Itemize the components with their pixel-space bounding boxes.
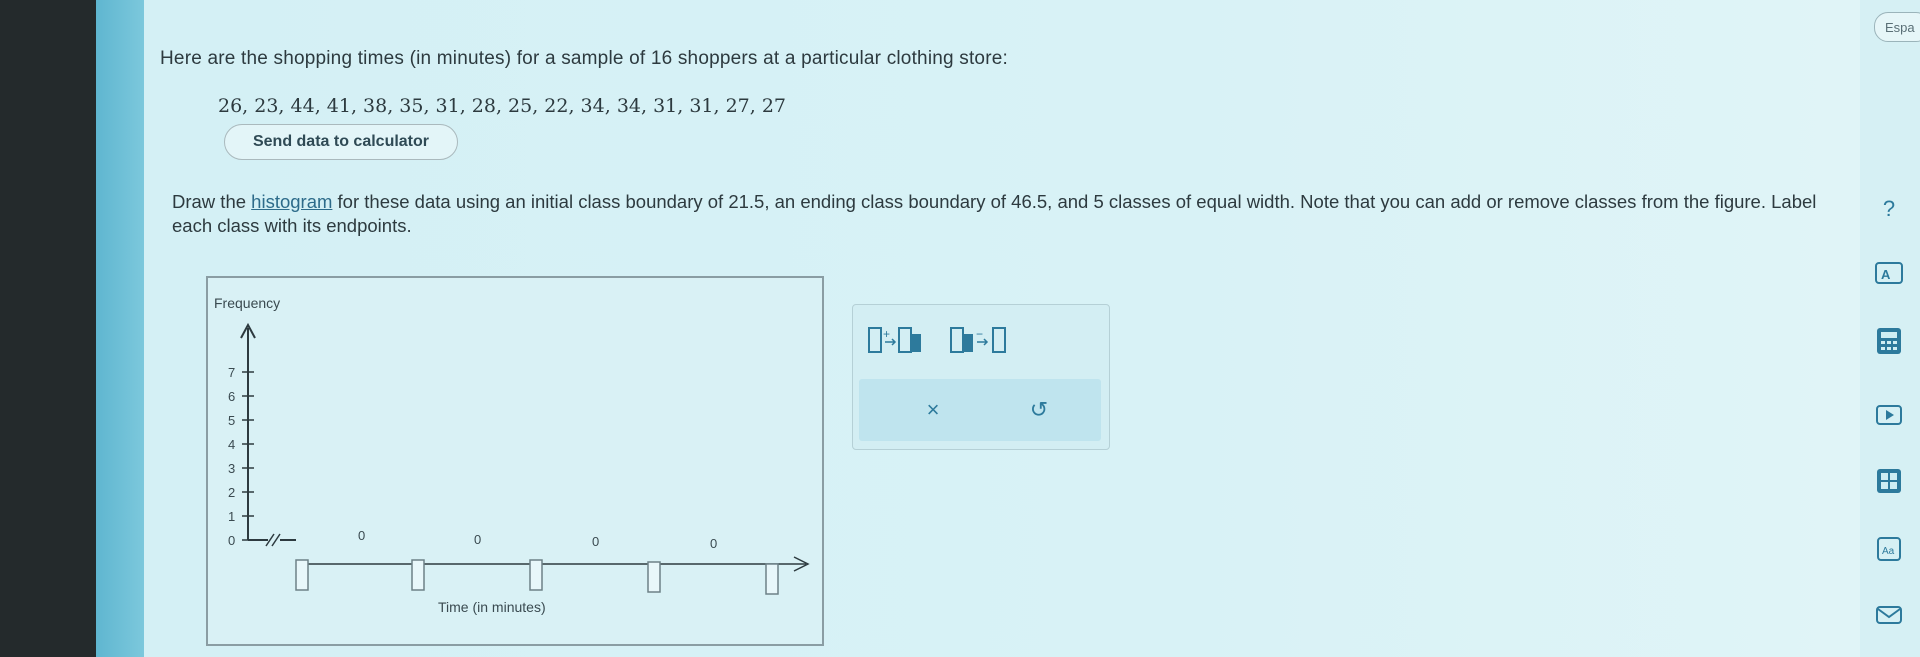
svg-text:0: 0	[228, 533, 235, 548]
y-tick-7: 7	[228, 365, 254, 380]
y-tick-3: 3	[228, 461, 254, 476]
axis-break-icon	[265, 533, 281, 547]
y-tick-6: 6	[228, 389, 254, 404]
send-to-calculator-button[interactable]: Send data to calculator	[224, 124, 458, 160]
boundary-input-2[interactable]	[411, 559, 425, 591]
add-class-icon[interactable]: +	[867, 321, 937, 357]
help-icon[interactable]: ?	[1866, 190, 1912, 228]
device-bezel	[0, 0, 96, 657]
undo-button[interactable]: ↺	[1019, 393, 1059, 427]
language-toggle[interactable]: Espa	[1874, 12, 1920, 42]
svg-text:4: 4	[228, 437, 235, 452]
boundary-input-1[interactable]	[295, 559, 309, 591]
graph-tools-panel: + − × ↺	[852, 304, 1110, 450]
mail-icon[interactable]	[1866, 596, 1912, 634]
boundary-input-5[interactable]	[765, 563, 779, 595]
svg-text:5: 5	[228, 413, 235, 428]
remove-class-icon[interactable]: −	[949, 321, 1019, 357]
x-axis-label: Time (in minutes)	[438, 599, 546, 615]
y-axis-label: Frequency	[214, 295, 280, 311]
bar-value-4[interactable]: 0	[710, 536, 717, 551]
dataset-values: 26, 23, 44, 41, 38, 35, 31, 28, 25, 22, …	[218, 95, 787, 117]
svg-text:2: 2	[228, 485, 235, 500]
video-icon[interactable]	[1866, 396, 1912, 434]
text-icon[interactable]: Aa	[1866, 530, 1912, 568]
calculator-icon[interactable]	[1866, 322, 1912, 360]
svg-text:+: +	[883, 327, 890, 341]
audio-book-icon[interactable]: A	[1866, 254, 1912, 292]
svg-text:Aa: Aa	[1882, 546, 1895, 557]
svg-text:6: 6	[228, 389, 235, 404]
periodic-table-icon[interactable]	[1866, 462, 1912, 500]
instructions-post: for these data using an initial class bo…	[172, 191, 1817, 236]
svg-text:1: 1	[228, 509, 235, 524]
bar-value-2[interactable]: 0	[474, 532, 481, 547]
bar-value-1[interactable]: 0	[358, 528, 365, 543]
tool-actions-bar: × ↺	[859, 379, 1101, 441]
svg-text:−: −	[976, 327, 983, 341]
boundary-input-3[interactable]	[529, 559, 543, 591]
instructions-pre: Draw the	[172, 191, 252, 212]
instructions: Draw the histogram for these data using …	[172, 190, 1832, 238]
y-tick-1: 1	[228, 509, 254, 524]
y-tick-5: 5	[228, 413, 254, 428]
histogram-link[interactable]: histogram	[251, 191, 332, 212]
svg-text:A: A	[1881, 267, 1891, 282]
boundary-input-4[interactable]	[647, 561, 661, 593]
bar-value-3[interactable]: 0	[592, 534, 599, 549]
problem-intro: Here are the shopping times (in minutes)…	[160, 48, 1008, 69]
svg-text:7: 7	[228, 365, 235, 380]
left-accent-strip	[96, 0, 144, 657]
clear-button[interactable]: ×	[913, 393, 953, 427]
y-tick-2: 2	[228, 485, 254, 500]
histogram-graph[interactable]: Frequency 0 1 2 3 4 5 6 7 0 0 0 0 Time (…	[206, 276, 824, 646]
svg-text:3: 3	[228, 461, 235, 476]
y-tick-4: 4	[228, 437, 254, 452]
